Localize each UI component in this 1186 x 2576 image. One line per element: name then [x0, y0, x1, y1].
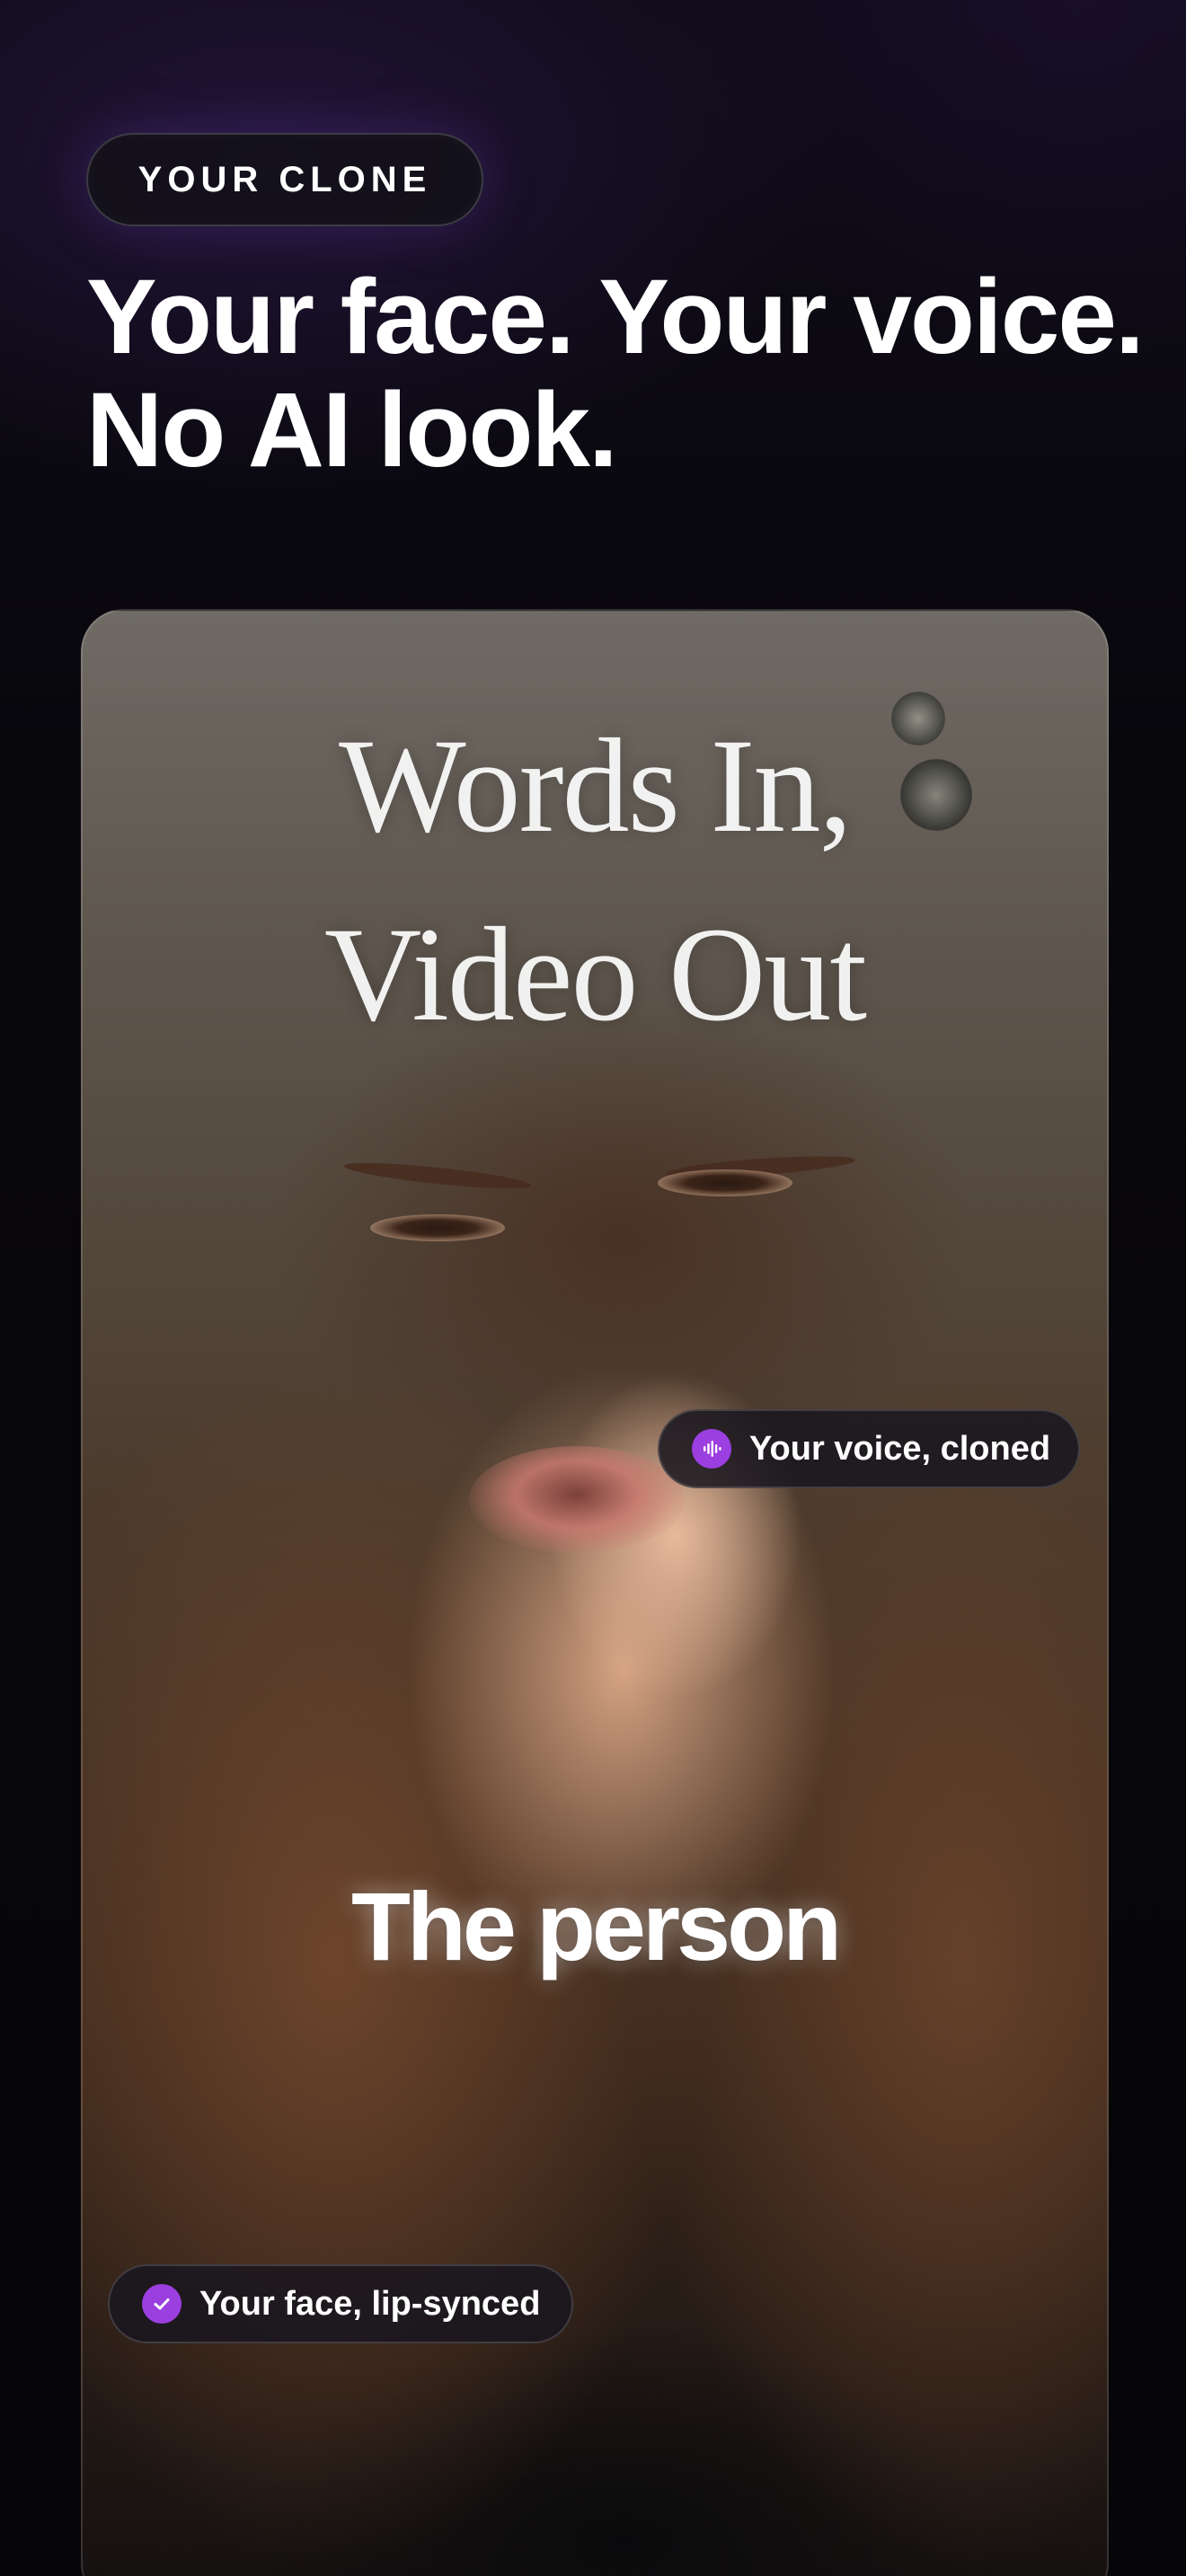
face-lip-synced-chip: Your face, lip-synced — [108, 2264, 573, 2343]
overlay-title-line-1: Words In, — [339, 711, 853, 860]
section-tag: YOUR CLONE — [86, 133, 483, 226]
headline-line-1: Your face. Your voice. — [86, 258, 1145, 376]
headline: Your face. Your voice. No AI look. — [86, 260, 1164, 487]
video-preview[interactable]: Words In, Video Out Your voice, cloned T… — [81, 609, 1109, 2576]
left-eyebrow — [342, 1158, 533, 1194]
face-lip-synced-label: Your face, lip-synced — [199, 2284, 541, 2323]
lips — [469, 1446, 685, 1554]
check-icon — [142, 2284, 181, 2324]
section-tag-label: YOUR CLONE — [137, 159, 432, 199]
left-eye — [370, 1214, 505, 1241]
caption-text: The person — [350, 1872, 842, 1981]
headline-line-2: No AI look. — [86, 371, 618, 490]
waveform-icon — [692, 1429, 731, 1469]
right-eye — [658, 1169, 792, 1196]
voice-cloned-label: Your voice, cloned — [749, 1429, 1051, 1468]
voice-cloned-chip: Your voice, cloned — [658, 1409, 1080, 1488]
overlay-title-line-2: Video Out — [323, 900, 867, 1049]
